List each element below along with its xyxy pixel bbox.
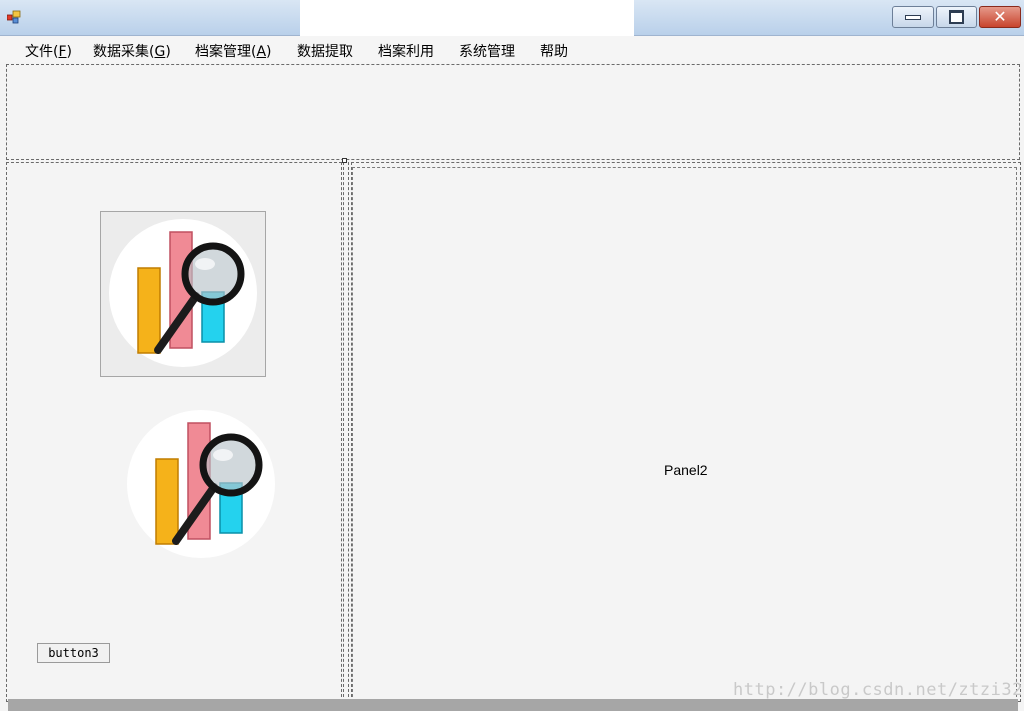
close-button[interactable]: ✕ bbox=[979, 6, 1021, 28]
app-icon[interactable] bbox=[7, 10, 23, 24]
close-icon: ✕ bbox=[993, 7, 1007, 26]
title-bar[interactable]: ✕ bbox=[0, 0, 1024, 43]
menu-data-collection[interactable]: 数据采集(G) bbox=[93, 41, 171, 61]
button3[interactable]: button3 bbox=[37, 643, 110, 663]
bar-chart-magnifier-icon[interactable] bbox=[108, 218, 258, 368]
menu-archive-management[interactable]: 档案管理(A) bbox=[195, 41, 272, 61]
menu-bar: 文件(F) 数据采集(G) 档案管理(A) 数据提取 档案利用 系统管理 帮助 bbox=[0, 36, 1024, 62]
menu-data-extraction[interactable]: 数据提取 bbox=[297, 41, 353, 61]
maximize-icon bbox=[949, 10, 964, 24]
menu-help[interactable]: 帮助 bbox=[540, 41, 568, 61]
watermark: http://blog.csdn.net/ztzi321 bbox=[733, 680, 1024, 700]
top-panel bbox=[6, 64, 1020, 160]
horizontal-scrollbar[interactable] bbox=[8, 699, 1018, 711]
panel2 bbox=[352, 167, 1017, 702]
menu-archive-use[interactable]: 档案利用 bbox=[378, 41, 434, 61]
menu-file[interactable]: 文件(F) bbox=[25, 41, 72, 61]
maximize-button[interactable] bbox=[936, 6, 977, 28]
panel2-label: Panel2 bbox=[664, 462, 708, 478]
splitter-handle[interactable] bbox=[342, 158, 347, 163]
minimize-button[interactable] bbox=[892, 6, 934, 28]
minimize-icon bbox=[905, 14, 921, 20]
bar-chart-magnifier-icon bbox=[127, 410, 275, 558]
splitter[interactable] bbox=[343, 162, 349, 702]
menu-system-management[interactable]: 系统管理 bbox=[459, 41, 515, 61]
